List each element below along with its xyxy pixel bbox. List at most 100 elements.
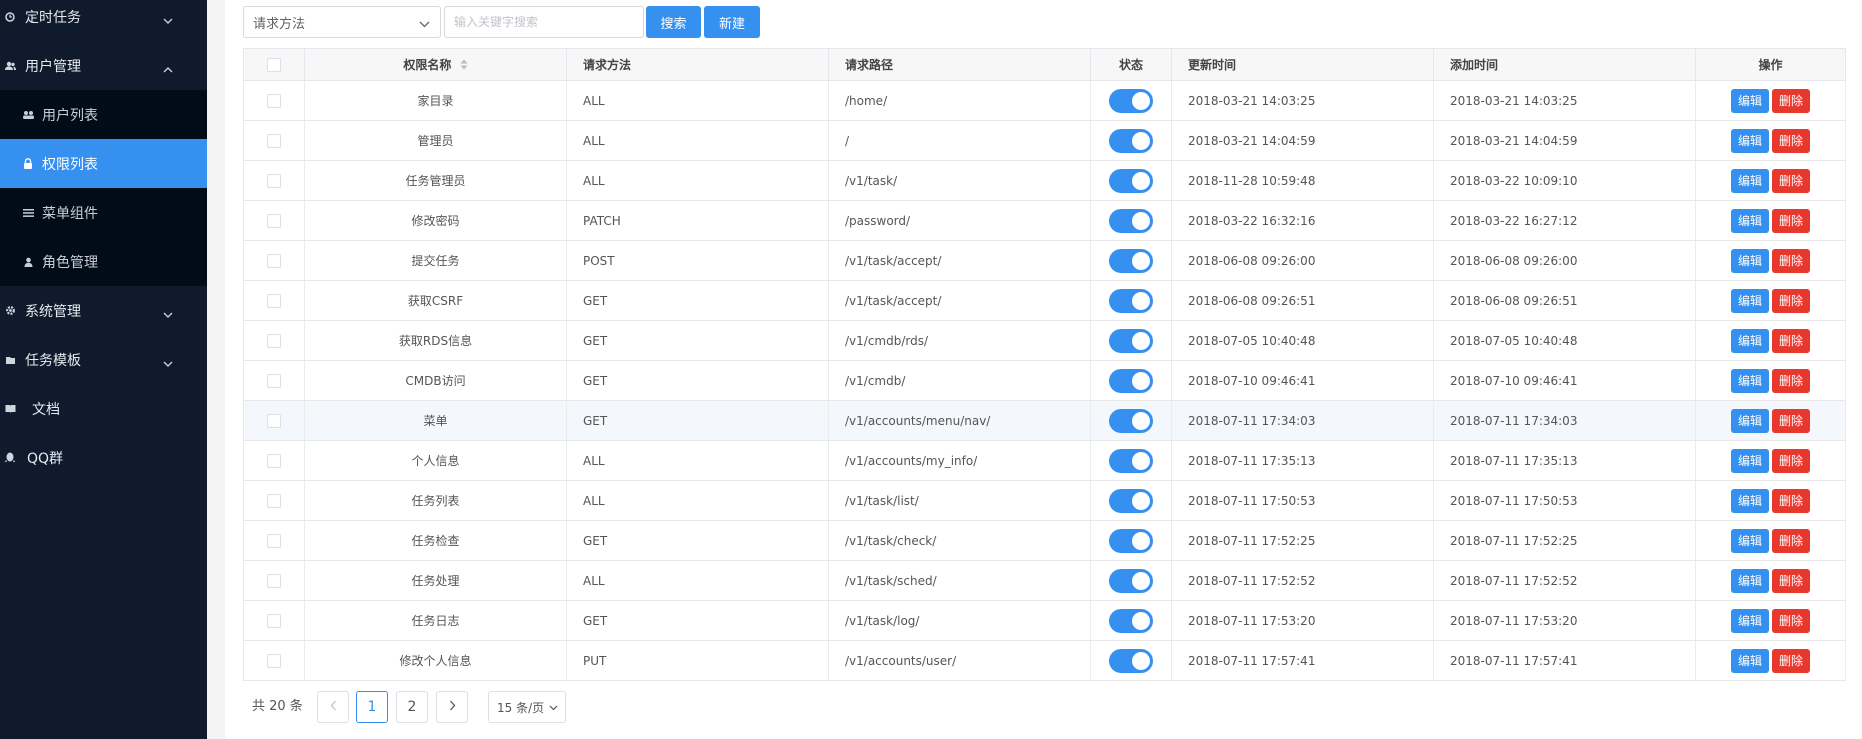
delete-button[interactable]: 删除 [1772,88,1811,113]
sidebar-item-label: 用户管理 [25,58,81,75]
added-time-cell: 2018-07-11 17:52:52 [1433,560,1696,601]
status-toggle[interactable] [1109,528,1153,553]
edit-button[interactable]: 编辑 [1730,288,1769,313]
delete-button[interactable]: 删除 [1772,568,1811,593]
row-select-cell [243,640,305,681]
method-filter-select[interactable]: 请求方法 [243,6,441,38]
row-checkbox[interactable] [267,493,281,508]
row-checkbox[interactable] [267,453,281,468]
status-toggle[interactable] [1109,128,1153,153]
delete-button[interactable]: 删除 [1772,288,1811,313]
sidebar-subitem-user-list[interactable]: 用户列表 [0,90,207,139]
edit-button[interactable]: 编辑 [1730,488,1769,513]
added-time-cell: 2018-07-11 17:53:20 [1433,600,1696,641]
pagination-page-1[interactable]: 1 [356,691,388,723]
row-checkbox[interactable] [267,653,281,668]
sidebar-item-user-management[interactable]: 用户管理 [0,41,207,90]
status-cell [1090,160,1172,201]
page-size-select[interactable]: 15 条/页 [488,691,566,723]
status-toggle[interactable] [1109,208,1153,233]
edit-button[interactable]: 编辑 [1730,528,1769,553]
edit-button[interactable]: 编辑 [1730,248,1769,273]
request-method-cell: GET [566,320,829,361]
delete-button[interactable]: 删除 [1772,168,1811,193]
edit-button[interactable]: 编辑 [1730,368,1769,393]
sidebar-subitem-role-management[interactable]: 角色管理 [0,237,207,286]
row-checkbox[interactable] [267,533,281,548]
row-checkbox[interactable] [267,93,281,108]
keyword-search-input[interactable] [444,6,644,38]
edit-button[interactable]: 编辑 [1730,208,1769,233]
row-checkbox[interactable] [267,133,281,148]
pagination-next-button[interactable] [436,691,468,723]
sidebar-item-scheduled-tasks[interactable]: 定时任务 [0,0,207,41]
pagination-page-2[interactable]: 2 [396,691,428,723]
search-button[interactable]: 搜索 [646,6,701,38]
status-toggle[interactable] [1109,88,1153,113]
sidebar-item-task-templates[interactable]: 任务模板 [0,335,207,384]
status-toggle[interactable] [1109,648,1153,673]
sidebar-item-qq-group[interactable]: QQ群 [0,433,207,482]
sidebar-subitem-menu-components[interactable]: 菜单组件 [0,188,207,237]
delete-button[interactable]: 删除 [1772,328,1811,353]
delete-button[interactable]: 删除 [1772,488,1811,513]
status-toggle[interactable] [1109,248,1153,273]
edit-button[interactable]: 编辑 [1730,408,1769,433]
updated-time-cell: 2018-03-21 14:04:59 [1171,120,1434,161]
delete-button[interactable]: 删除 [1772,408,1811,433]
delete-button[interactable]: 删除 [1772,608,1811,633]
edit-button[interactable]: 编辑 [1730,448,1769,473]
delete-button[interactable]: 删除 [1772,208,1811,233]
actions-cell: 编辑 删除 [1695,400,1846,441]
row-checkbox[interactable] [267,293,281,308]
status-toggle[interactable] [1109,568,1153,593]
row-select-cell [243,560,305,601]
edit-button[interactable]: 编辑 [1730,168,1769,193]
delete-button[interactable]: 删除 [1772,368,1811,393]
row-checkbox[interactable] [267,333,281,348]
delete-button[interactable]: 删除 [1772,248,1811,273]
edit-button[interactable]: 编辑 [1730,568,1769,593]
header-permission-name[interactable]: 权限名称 [304,48,567,81]
status-toggle[interactable] [1109,368,1153,393]
table-row: 修改个人信息 PUT/v1/accounts/user/2018-07-11 17… [243,640,1846,681]
status-toggle[interactable] [1109,488,1153,513]
delete-button[interactable]: 删除 [1772,128,1811,153]
row-checkbox[interactable] [267,173,281,188]
row-checkbox[interactable] [267,253,281,268]
sidebar-item-system-management[interactable]: 系统管理 [0,286,207,335]
pagination-prev-button[interactable] [317,691,349,723]
sidebar-item-docs[interactable]: 文档 [0,384,207,433]
request-method-cell: PATCH [566,200,829,241]
row-checkbox[interactable] [267,573,281,588]
status-toggle[interactable] [1109,608,1153,633]
row-checkbox[interactable] [267,613,281,628]
sidebar-subitem-permission-list[interactable]: 权限列表 [0,139,207,188]
delete-button[interactable]: 删除 [1772,648,1811,673]
row-checkbox[interactable] [267,413,281,428]
delete-button[interactable]: 删除 [1772,448,1811,473]
row-checkbox[interactable] [267,213,281,228]
sort-icon[interactable] [460,59,468,73]
edit-button[interactable]: 编辑 [1730,648,1769,673]
row-checkbox[interactable] [267,373,281,388]
toggle-knob [1132,531,1150,550]
added-time-cell: 2018-03-21 14:04:59 [1433,120,1696,161]
status-toggle[interactable] [1109,448,1153,473]
header-added-time: 添加时间 [1433,48,1696,81]
edit-button[interactable]: 编辑 [1730,608,1769,633]
edit-button[interactable]: 编辑 [1730,328,1769,353]
new-button[interactable]: 新建 [704,6,760,38]
delete-button[interactable]: 删除 [1772,528,1811,553]
status-toggle[interactable] [1109,288,1153,313]
select-all-checkbox[interactable] [267,57,281,72]
chevron-down-icon [163,307,173,323]
row-select-cell [243,440,305,481]
permission-name-cell: 任务日志 [304,600,567,641]
status-toggle[interactable] [1109,328,1153,353]
status-toggle[interactable] [1109,168,1153,193]
status-cell [1090,360,1172,401]
edit-button[interactable]: 编辑 [1730,88,1769,113]
status-toggle[interactable] [1109,408,1153,433]
edit-button[interactable]: 编辑 [1730,128,1769,153]
